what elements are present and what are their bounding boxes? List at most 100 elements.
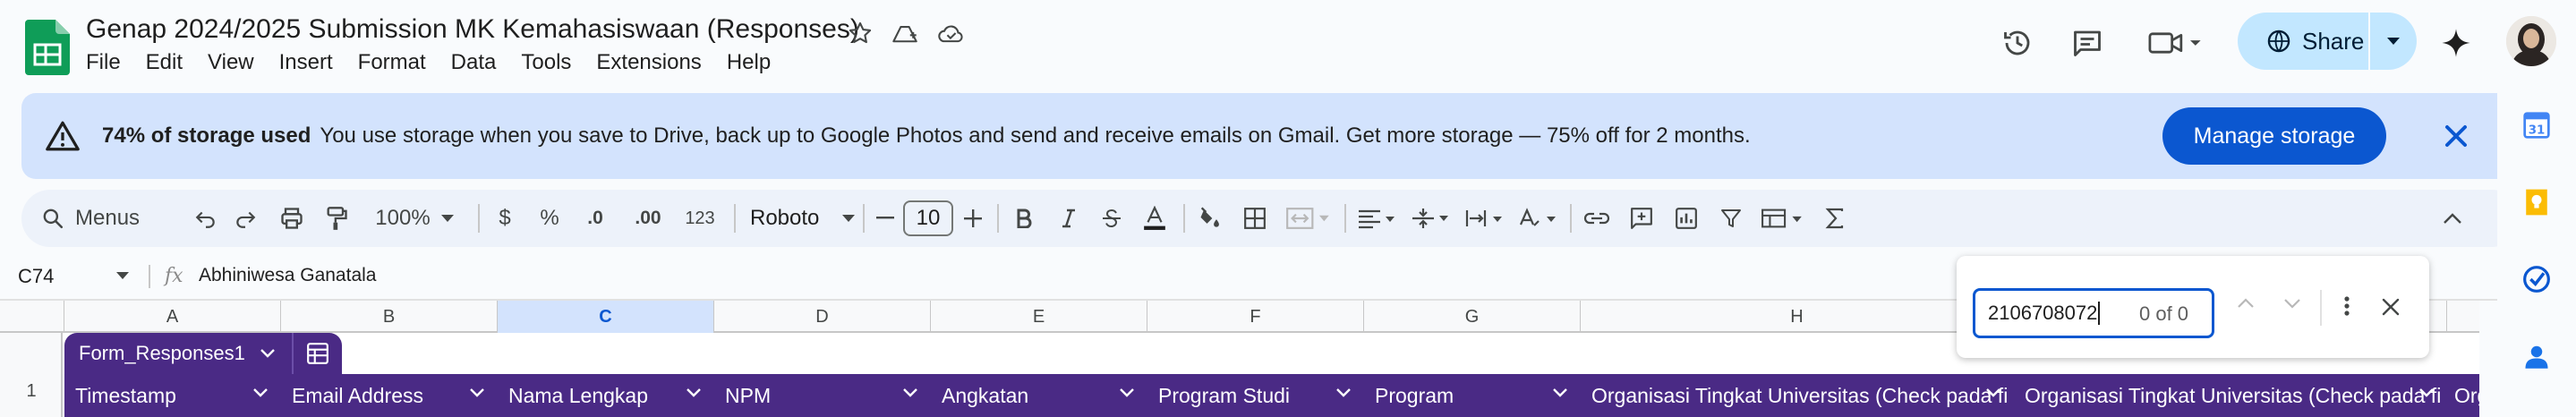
- text-color-icon[interactable]: [1135, 190, 1174, 247]
- header-cell-organisasi-2[interactable]: Organisasi Tingkat Universitas (Check pa…: [2014, 374, 2447, 417]
- column-header-f[interactable]: F: [1147, 301, 1364, 333]
- header-cell-program[interactable]: Program: [1364, 374, 1581, 417]
- font-family-select[interactable]: Roboto: [741, 190, 861, 247]
- account-avatar[interactable]: [2506, 16, 2556, 66]
- chevron-down-icon[interactable]: [1335, 387, 1352, 398]
- filter-icon[interactable]: [1711, 190, 1751, 247]
- meet-video-icon[interactable]: [2145, 23, 2207, 63]
- chevron-down-icon[interactable]: [686, 387, 702, 398]
- text-wrapping-icon[interactable]: [1459, 190, 1509, 247]
- version-history-icon[interactable]: [1998, 23, 2037, 63]
- name-box[interactable]: C74: [18, 265, 54, 288]
- previous-match-icon[interactable]: [2236, 297, 2256, 310]
- chevron-down-icon[interactable]: [1552, 387, 1568, 398]
- menu-insert[interactable]: Insert: [279, 50, 333, 75]
- column-header-e[interactable]: E: [931, 301, 1147, 333]
- header-cell-organisasi-1[interactable]: Organisasi Tingkat Universitas (Check pa…: [1581, 374, 2014, 417]
- cloud-status-icon[interactable]: [936, 18, 967, 48]
- number-format-button[interactable]: 123: [675, 190, 725, 247]
- menu-tools[interactable]: Tools: [521, 50, 571, 75]
- column-header-c[interactable]: C: [498, 301, 714, 333]
- text-rotation-icon[interactable]: [1513, 190, 1563, 247]
- header-cell-email[interactable]: Email Address: [281, 374, 498, 417]
- filter-views-icon[interactable]: [1754, 190, 1812, 247]
- select-all-corner[interactable]: [0, 301, 64, 333]
- decrease-decimal-button[interactable]: .0: [573, 190, 618, 247]
- strikethrough-icon[interactable]: [1092, 190, 1131, 247]
- header-cell-program-studi[interactable]: Program Studi: [1147, 374, 1364, 417]
- star-icon[interactable]: [845, 18, 875, 48]
- comments-icon[interactable]: [2068, 23, 2107, 63]
- column-header-b[interactable]: B: [281, 301, 498, 333]
- zoom-select[interactable]: 100%: [365, 190, 464, 247]
- currency-format-button[interactable]: $: [487, 190, 523, 247]
- gemini-sparkle-icon[interactable]: [2436, 23, 2476, 63]
- menu-edit[interactable]: Edit: [146, 50, 183, 75]
- formula-input[interactable]: Abhiniwesa Ganatala: [199, 265, 376, 286]
- tasks-icon[interactable]: [2519, 261, 2555, 297]
- borders-icon[interactable]: [1235, 190, 1275, 247]
- column-header-d[interactable]: D: [714, 301, 931, 333]
- chevron-down-icon[interactable]: [252, 387, 269, 398]
- chevron-down-icon[interactable]: [2418, 387, 2435, 398]
- keep-icon[interactable]: [2519, 184, 2555, 220]
- insert-chart-icon[interactable]: [1667, 190, 1706, 247]
- menu-file[interactable]: File: [86, 50, 121, 75]
- bold-icon[interactable]: [1004, 190, 1044, 247]
- font-size-input[interactable]: 10: [903, 200, 953, 236]
- manage-storage-button[interactable]: Manage storage: [2162, 107, 2386, 165]
- print-icon[interactable]: [272, 190, 311, 247]
- percent-format-button[interactable]: %: [530, 190, 569, 247]
- header-cell-npm[interactable]: NPM: [714, 374, 931, 417]
- increase-font-size-icon[interactable]: [958, 190, 988, 247]
- functions-icon[interactable]: [1815, 190, 1855, 247]
- header-cell-nama-lengkap[interactable]: Nama Lengkap: [498, 374, 714, 417]
- insert-comment-icon[interactable]: [1622, 190, 1661, 247]
- header-cell-angkatan[interactable]: Angkatan: [931, 374, 1147, 417]
- share-options-button[interactable]: [2370, 13, 2417, 70]
- menu-view[interactable]: View: [208, 50, 254, 75]
- merge-cells-icon[interactable]: [1280, 190, 1337, 247]
- sheets-logo-icon[interactable]: [25, 20, 70, 75]
- more-options-icon[interactable]: [2343, 295, 2350, 317]
- close-banner-icon[interactable]: [2438, 118, 2474, 154]
- share-button[interactable]: Share: [2238, 13, 2370, 70]
- chevron-down-icon[interactable]: [116, 272, 129, 279]
- fill-color-icon[interactable]: [1190, 190, 1230, 247]
- menu-extensions[interactable]: Extensions: [596, 50, 701, 75]
- next-match-icon[interactable]: [2282, 297, 2302, 310]
- menu-help[interactable]: Help: [727, 50, 771, 75]
- menu-bar: File Edit View Insert Format Data Tools …: [86, 50, 796, 75]
- menu-format[interactable]: Format: [358, 50, 426, 75]
- vertical-align-icon[interactable]: [1405, 190, 1455, 247]
- collapse-toolbar-icon[interactable]: [2433, 190, 2472, 247]
- move-to-folder-icon[interactable]: [890, 18, 920, 48]
- horizontal-align-icon[interactable]: [1352, 190, 1402, 247]
- row-header-1[interactable]: 1: [0, 381, 63, 402]
- chevron-down-icon[interactable]: [1985, 387, 2001, 398]
- chevron-down-icon[interactable]: [902, 387, 918, 398]
- chevron-down-icon[interactable]: [1119, 387, 1135, 398]
- storage-details: You use storage when you save to Drive, …: [320, 123, 1751, 148]
- redo-icon[interactable]: [227, 190, 263, 247]
- paint-format-icon[interactable]: [317, 190, 356, 247]
- table-name-chip[interactable]: Form_Responses1: [64, 333, 292, 374]
- search-menus[interactable]: Menus: [41, 190, 202, 247]
- table-menu-icon[interactable]: [292, 333, 342, 374]
- document-title[interactable]: Genap 2024/2025 Submission MK Kemahasisw…: [86, 14, 859, 45]
- decrease-font-size-icon[interactable]: [870, 190, 900, 247]
- chevron-down-icon[interactable]: [469, 387, 485, 398]
- insert-link-icon[interactable]: [1577, 190, 1616, 247]
- column-header-a[interactable]: A: [64, 301, 281, 333]
- calendar-icon[interactable]: 31: [2519, 107, 2555, 143]
- menu-data[interactable]: Data: [451, 50, 497, 75]
- increase-decimal-button[interactable]: .00: [623, 190, 673, 247]
- contacts-icon[interactable]: [2519, 338, 2555, 374]
- italic-icon[interactable]: [1049, 190, 1088, 247]
- header-cell-timestamp[interactable]: Timestamp: [64, 374, 281, 417]
- undo-icon[interactable]: [188, 190, 224, 247]
- column-header-g[interactable]: G: [1364, 301, 1581, 333]
- close-icon[interactable]: [2381, 297, 2401, 317]
- column-header-h[interactable]: H: [1581, 301, 2014, 333]
- header-cell-org[interactable]: Org: [2447, 374, 2479, 417]
